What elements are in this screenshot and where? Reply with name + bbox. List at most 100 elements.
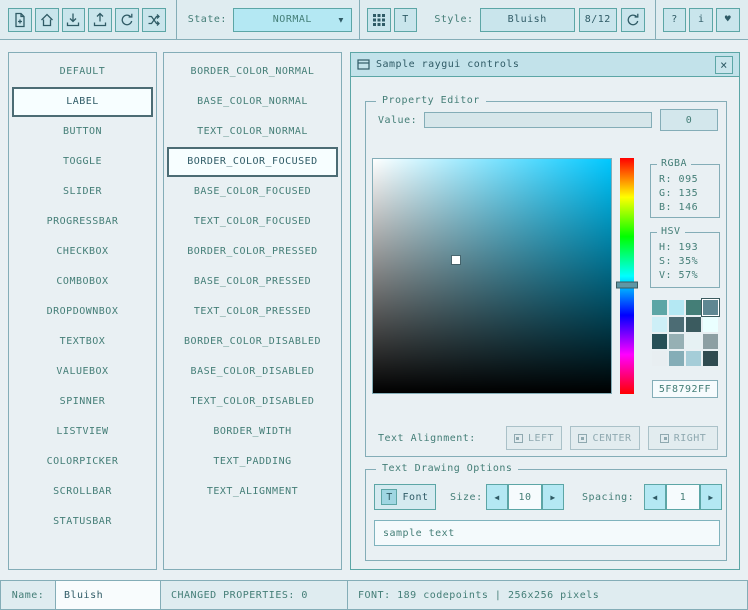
property-item-border-color-normal[interactable]: BORDER_COLOR_NORMAL: [167, 57, 338, 87]
sv-panel[interactable]: [372, 158, 612, 394]
spacing-decrease-button[interactable]: ◀: [644, 484, 666, 510]
grid-view-button[interactable]: [367, 8, 391, 32]
property-item-base-color-focused[interactable]: BASE_COLOR_FOCUSED: [167, 177, 338, 207]
palette-swatch[interactable]: [703, 334, 718, 349]
palette-swatch[interactable]: [686, 334, 701, 349]
align-right-icon: [660, 434, 669, 443]
spacing-value-box[interactable]: 1: [666, 484, 700, 510]
palette-swatch[interactable]: [652, 300, 667, 315]
control-item-textbox[interactable]: TEXTBOX: [12, 327, 153, 357]
property-item-base-color-normal[interactable]: BASE_COLOR_NORMAL: [167, 87, 338, 117]
align-center-label: CENTER: [592, 433, 631, 444]
control-item-combobox[interactable]: COMBOBOX: [12, 267, 153, 297]
palette-swatch[interactable]: [669, 351, 684, 366]
control-item-button[interactable]: BUTTON: [12, 117, 153, 147]
font-size-toggle-button[interactable]: 8/12: [579, 8, 617, 32]
spacing-value: 1: [680, 492, 687, 503]
text-edit-mode-button[interactable]: T: [394, 8, 418, 32]
palette-swatch[interactable]: [669, 300, 684, 315]
property-item-border-color-disabled[interactable]: BORDER_COLOR_DISABLED: [167, 327, 338, 357]
control-item-checkbox[interactable]: CHECKBOX: [12, 237, 153, 267]
control-item-progressbar[interactable]: PROGRESSBAR: [12, 207, 153, 237]
sponsor-button[interactable]: ♥: [716, 8, 740, 32]
value-label: Value:: [378, 115, 417, 126]
palette-swatch[interactable]: [652, 334, 667, 349]
export-style-button[interactable]: [88, 8, 112, 32]
refresh-style-button[interactable]: [621, 8, 645, 32]
property-item-text-alignment[interactable]: TEXT_ALIGNMENT: [167, 477, 338, 507]
size-value-box[interactable]: 10: [508, 484, 542, 510]
about-button[interactable]: i: [689, 8, 713, 32]
palette-swatch[interactable]: [703, 317, 718, 332]
control-item-statusbar[interactable]: STATUSBAR: [12, 507, 153, 537]
property-item-base-color-pressed[interactable]: BASE_COLOR_PRESSED: [167, 267, 338, 297]
control-item-scrollbar[interactable]: SCROLLBAR: [12, 477, 153, 507]
palette-swatch[interactable]: [686, 317, 701, 332]
changed-properties-status: CHANGED PROPERTIES: 0: [160, 580, 348, 610]
hex-value-textbox[interactable]: 5F8792FF: [652, 380, 718, 398]
palette-swatch-selected[interactable]: [703, 300, 718, 315]
save-style-button[interactable]: [62, 8, 86, 32]
sample-window-titlebar[interactable]: Sample raygui controls ×: [351, 53, 739, 77]
load-style-button[interactable]: [35, 8, 59, 32]
size-label: Size:: [450, 492, 483, 503]
align-center-button[interactable]: CENTER: [570, 426, 640, 450]
sv-cursor[interactable]: [452, 256, 460, 264]
palette-swatch[interactable]: [652, 351, 667, 366]
control-item-default[interactable]: DEFAULT: [12, 57, 153, 87]
property-item-text-padding[interactable]: TEXT_PADDING: [167, 447, 338, 477]
value-spinner[interactable]: 0: [660, 109, 718, 131]
property-item-border-width[interactable]: BORDER_WIDTH: [167, 417, 338, 447]
value-spinner-value: 0: [686, 115, 693, 126]
value-slider[interactable]: [424, 112, 652, 128]
property-item-text-color-focused[interactable]: TEXT_COLOR_FOCUSED: [167, 207, 338, 237]
random-style-button[interactable]: [142, 8, 166, 32]
control-item-slider[interactable]: SLIDER: [12, 177, 153, 207]
palette-swatch[interactable]: [669, 334, 684, 349]
control-item-spinner[interactable]: SPINNER: [12, 387, 153, 417]
new-style-button[interactable]: [8, 8, 32, 32]
style-name-input[interactable]: Bluish: [55, 580, 161, 610]
palette-swatch[interactable]: [686, 300, 701, 315]
property-item-text-color-normal[interactable]: TEXT_COLOR_NORMAL: [167, 117, 338, 147]
reload-style-button[interactable]: [115, 8, 139, 32]
main-toolbar: State: NORMAL ▼ T Style: Bluish 8/12 ? i: [0, 0, 748, 40]
control-item-valuebox[interactable]: VALUEBOX: [12, 357, 153, 387]
hue-slider[interactable]: [620, 158, 634, 394]
sample-text-input[interactable]: sample text: [374, 520, 720, 546]
property-editor-group-title: Property Editor: [376, 95, 486, 106]
font-button[interactable]: T Font: [374, 484, 436, 510]
control-item-colorpicker[interactable]: COLORPICKER: [12, 447, 153, 477]
hue-slider-handle[interactable]: [616, 281, 638, 288]
size-value: 10: [518, 492, 531, 503]
state-dropdown[interactable]: NORMAL ▼: [233, 8, 352, 32]
palette-swatch[interactable]: [686, 351, 701, 366]
palette-swatch[interactable]: [703, 351, 718, 366]
close-icon: ×: [720, 59, 728, 71]
control-item-label[interactable]: LABEL: [12, 87, 153, 117]
control-item-toggle[interactable]: TOGGLE: [12, 147, 153, 177]
align-left-button[interactable]: LEFT: [506, 426, 562, 450]
hsv-group: HSV H: 193 S: 35% V: 57%: [650, 232, 720, 288]
palette-swatch[interactable]: [652, 317, 667, 332]
property-item-base-color-disabled[interactable]: BASE_COLOR_DISABLED: [167, 357, 338, 387]
size-decrease-button[interactable]: ◀: [486, 484, 508, 510]
style-name-text: Bluish: [64, 590, 103, 601]
spacing-increase-button[interactable]: ▶: [700, 484, 722, 510]
align-right-button[interactable]: RIGHT: [648, 426, 718, 450]
property-item-border-color-pressed[interactable]: BORDER_COLOR_PRESSED: [167, 237, 338, 267]
property-item-border-color-focused[interactable]: BORDER_COLOR_FOCUSED: [167, 147, 338, 177]
font-counter-value: 8/12: [585, 14, 611, 25]
properties-list-panel: BORDER_COLOR_NORMAL BASE_COLOR_NORMAL TE…: [163, 52, 342, 570]
home-icon: [39, 12, 55, 28]
palette-swatch[interactable]: [669, 317, 684, 332]
control-item-listview[interactable]: LISTVIEW: [12, 417, 153, 447]
size-increase-button[interactable]: ▶: [542, 484, 564, 510]
control-item-dropdownbox[interactable]: DROPDOWNBOX: [12, 297, 153, 327]
property-item-text-color-pressed[interactable]: TEXT_COLOR_PRESSED: [167, 297, 338, 327]
text-alignment-label: Text Alignment:: [378, 433, 476, 444]
help-button[interactable]: ?: [663, 8, 687, 32]
property-item-text-color-disabled[interactable]: TEXT_COLOR_DISABLED: [167, 387, 338, 417]
window-close-button[interactable]: ×: [715, 56, 733, 74]
style-name-button[interactable]: Bluish: [480, 8, 575, 32]
